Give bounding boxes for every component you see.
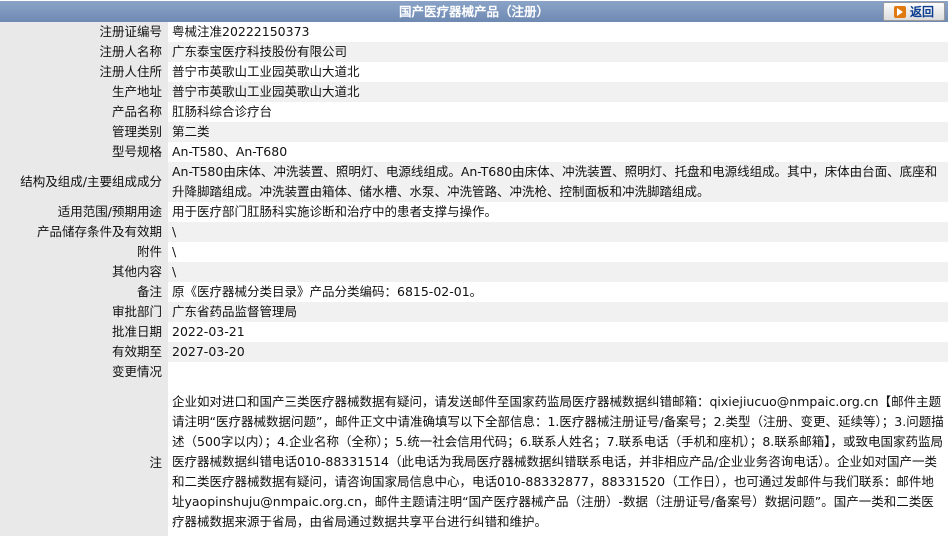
arrow-right-icon bbox=[893, 6, 906, 18]
field-label: 注册人名称 bbox=[0, 42, 168, 62]
field-label: 有效期至 bbox=[0, 342, 168, 362]
field-value: An-T580由床体、冲洗装置、照明灯、电源线组成。An-T680由床体、冲洗装… bbox=[168, 162, 948, 202]
field-value: 普宁市英歌山工业园英歌山大道北 bbox=[168, 62, 948, 82]
field-label: 注册人住所 bbox=[0, 62, 168, 82]
field-value: 广东泰宝医疗科技股份有限公司 bbox=[168, 42, 948, 62]
field-value: \ bbox=[168, 222, 948, 242]
field-label: 生产地址 bbox=[0, 82, 168, 102]
table-row: 生产地址 普宁市英歌山工业园英歌山大道北 bbox=[0, 82, 948, 102]
field-value: 原《医疗器械分类目录》产品分类编码：6815-02-01。 bbox=[168, 282, 948, 302]
table-row: 附件 \ bbox=[0, 242, 948, 262]
field-label: 审批部门 bbox=[0, 302, 168, 322]
table-row: 注册人住所 普宁市英歌山工业园英歌山大道北 bbox=[0, 62, 948, 82]
field-value: 普宁市英歌山工业园英歌山大道北 bbox=[168, 82, 948, 102]
field-label: 产品储存条件及有效期 bbox=[0, 222, 168, 242]
table-row: 备注 原《医疗器械分类目录》产品分类编码：6815-02-01。 bbox=[0, 282, 948, 302]
table-row: 注 企业如对进口和国产三类医疗器械数据有疑问，请发送邮件至国家药监局医疗器械数据… bbox=[0, 390, 948, 536]
table-row: 批准日期 2022-03-21 bbox=[0, 322, 948, 342]
page-header: 国产医疗器械产品（注册） 返回 bbox=[0, 1, 948, 22]
table-row: 适用范围/预期用途 用于医疗部门肛肠科实施诊断和治疗中的患者支撑与操作。 bbox=[0, 202, 948, 222]
field-value: 2027-03-20 bbox=[168, 342, 948, 362]
field-value: An-T580、An-T680 bbox=[168, 142, 948, 162]
back-button[interactable]: 返回 bbox=[883, 2, 945, 21]
table-row: 变更情况 bbox=[0, 362, 948, 382]
field-value: \ bbox=[168, 242, 948, 262]
field-label: 变更情况 bbox=[0, 362, 168, 382]
field-value: 第二类 bbox=[168, 122, 948, 142]
field-label: 注册证编号 bbox=[0, 22, 168, 42]
note-text: 企业如对进口和国产三类医疗器械数据有疑问，请发送邮件至国家药监局医疗器械数据纠错… bbox=[168, 390, 948, 536]
field-label: 备注 bbox=[0, 282, 168, 302]
detail-table: 注册证编号 粤械注准20222150373 注册人名称 广东泰宝医疗科技股份有限… bbox=[0, 22, 948, 536]
table-row-spacer bbox=[0, 382, 948, 390]
field-label: 其他内容 bbox=[0, 262, 168, 282]
table-row: 其他内容 \ bbox=[0, 262, 948, 282]
back-button-label: 返回 bbox=[909, 5, 934, 19]
table-row: 注册证编号 粤械注准20222150373 bbox=[0, 22, 948, 42]
table-row: 型号规格 An-T580、An-T680 bbox=[0, 142, 948, 162]
note-label: 注 bbox=[0, 390, 168, 536]
field-label: 管理类别 bbox=[0, 122, 168, 142]
field-label: 适用范围/预期用途 bbox=[0, 202, 168, 222]
field-label: 型号规格 bbox=[0, 142, 168, 162]
table-row: 结构及组成/主要组成成分 An-T580由床体、冲洗装置、照明灯、电源线组成。A… bbox=[0, 162, 948, 202]
field-label: 产品名称 bbox=[0, 102, 168, 122]
field-value: 2022-03-21 bbox=[168, 322, 948, 342]
page-title: 国产医疗器械产品（注册） bbox=[398, 4, 549, 19]
field-label: 结构及组成/主要组成成分 bbox=[0, 162, 168, 202]
field-value: 肛肠科综合诊疗台 bbox=[168, 102, 948, 122]
table-row: 产品储存条件及有效期 \ bbox=[0, 222, 948, 242]
field-value: 用于医疗部门肛肠科实施诊断和治疗中的患者支撑与操作。 bbox=[168, 202, 948, 222]
field-value: 广东省药品监督管理局 bbox=[168, 302, 948, 322]
field-value: 粤械注准20222150373 bbox=[168, 22, 948, 42]
table-row: 产品名称 肛肠科综合诊疗台 bbox=[0, 102, 948, 122]
field-label: 批准日期 bbox=[0, 322, 168, 342]
spacer-cell bbox=[168, 382, 948, 390]
table-row: 注册人名称 广东泰宝医疗科技股份有限公司 bbox=[0, 42, 948, 62]
spacer-cell bbox=[0, 382, 168, 390]
field-label: 附件 bbox=[0, 242, 168, 262]
table-row: 审批部门 广东省药品监督管理局 bbox=[0, 302, 948, 322]
table-row: 有效期至 2027-03-20 bbox=[0, 342, 948, 362]
field-value: \ bbox=[168, 262, 948, 282]
table-row: 管理类别 第二类 bbox=[0, 122, 948, 142]
field-value bbox=[168, 362, 948, 382]
